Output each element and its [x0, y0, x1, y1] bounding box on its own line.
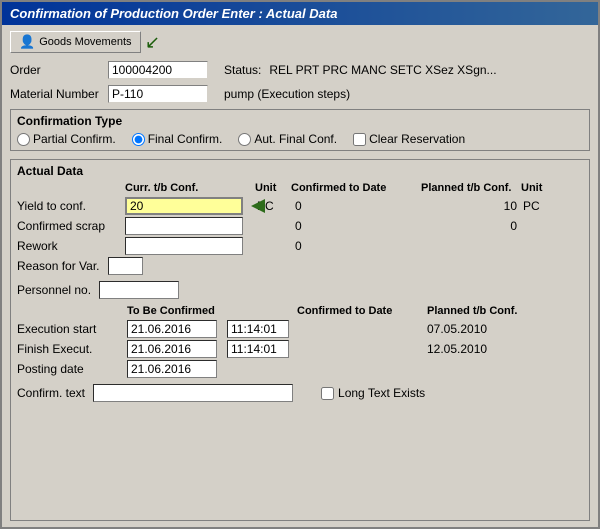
material-desc: pump (Execution steps) — [224, 87, 350, 101]
aut-final-item: Aut. Final Conf. — [238, 132, 337, 146]
final-confirm-radio[interactable] — [132, 133, 145, 146]
reason-label: Reason for Var. — [17, 259, 100, 273]
long-text-item: Long Text Exists — [321, 386, 425, 400]
long-text-label: Long Text Exists — [338, 386, 425, 400]
goods-movements-button[interactable]: 👤 Goods Movements — [10, 31, 141, 53]
reason-row: Reason for Var. — [17, 257, 583, 275]
col-header-unit: Unit — [255, 182, 291, 194]
material-label: Material Number — [10, 87, 100, 101]
partial-confirm-item: Partial Confirm. — [17, 132, 116, 146]
material-input[interactable] — [108, 85, 208, 103]
title-bar: Confirmation of Production Order Enter :… — [2, 2, 598, 25]
status-label: Status: — [224, 63, 261, 77]
finish-exec-date[interactable] — [127, 340, 217, 358]
dates-col-to-confirm: To Be Confirmed — [127, 305, 297, 317]
dates-col-empty — [17, 305, 127, 317]
confirmation-type-title: Confirmation Type — [17, 114, 583, 128]
final-confirm-item: Final Confirm. — [132, 132, 223, 146]
long-text-checkbox[interactable] — [321, 387, 334, 400]
dates-col-planned: Planned t/b Conf. — [427, 305, 557, 317]
confirmation-type-section: Confirmation Type Partial Confirm. Final… — [10, 109, 590, 151]
status-value: REL PRT PRC MANC SETC XSez XSgn... — [269, 63, 496, 77]
clear-reservation-label: Clear Reservation — [369, 132, 465, 146]
finish-exec-label: Finish Execut. — [17, 342, 127, 356]
scrap-planned: 0 — [421, 219, 521, 233]
aut-final-radio[interactable] — [238, 133, 251, 146]
finish-exec-planned: 12.05.2010 — [427, 342, 557, 356]
dates-col-confirmed-date: Confirmed to Date — [297, 305, 427, 317]
partial-confirm-label: Partial Confirm. — [33, 132, 116, 146]
yield-planned: 10 — [421, 199, 521, 213]
rework-curr-input[interactable] — [125, 237, 243, 255]
exec-start-time[interactable] — [227, 320, 289, 338]
yield-confirmed-date: 0 — [291, 199, 421, 213]
goods-movements-label: Goods Movements — [39, 36, 131, 48]
clear-reservation-checkbox[interactable] — [353, 133, 366, 146]
posting-date-label: Posting date — [17, 362, 127, 376]
partial-confirm-radio[interactable] — [17, 133, 30, 146]
scrap-confirmed-date: 0 — [291, 219, 421, 233]
order-row: Order Status: REL PRT PRC MANC SETC XSez… — [10, 61, 590, 79]
col-header-planned: Planned t/b Conf. — [421, 182, 521, 194]
final-confirm-label: Final Confirm. — [148, 132, 223, 146]
dates-section: To Be Confirmed Confirmed to Date Planne… — [17, 305, 583, 378]
scrap-label: Confirmed scrap — [17, 219, 125, 233]
personnel-label: Personnel no. — [17, 283, 91, 297]
window-title: Confirmation of Production Order Enter :… — [10, 6, 337, 21]
rework-label: Rework — [17, 239, 125, 253]
material-row: Material Number pump (Execution steps) — [10, 85, 590, 103]
radio-group: Partial Confirm. Final Confirm. Aut. Fin… — [17, 132, 583, 146]
exec-start-planned: 07.05.2010 — [427, 322, 557, 336]
order-input[interactable] — [108, 61, 208, 79]
exec-start-label: Execution start — [17, 322, 127, 336]
rework-confirmed-date: 0 — [291, 239, 421, 253]
actual-data-section: Actual Data Curr. t/b Conf. Unit Confirm… — [10, 159, 590, 521]
aut-final-label: Aut. Final Conf. — [254, 132, 337, 146]
confirm-text-label: Confirm. text — [17, 386, 85, 400]
toolbar: 👤 Goods Movements ↗ — [10, 31, 590, 53]
yield-curr-input[interactable] — [125, 197, 243, 215]
confirm-text-input[interactable] — [93, 384, 293, 402]
clear-reservation-item: Clear Reservation — [353, 132, 465, 146]
actual-data-title: Actual Data — [17, 164, 583, 178]
exec-start-date[interactable] — [127, 320, 217, 338]
cursor-arrow-icon: ↗ — [145, 32, 160, 53]
person-icon: 👤 — [19, 34, 35, 50]
col-header-unit2: Unit — [521, 182, 557, 194]
confirm-text-row: Confirm. text Long Text Exists — [17, 384, 583, 402]
col-header-confirmed-date: Confirmed to Date — [291, 182, 421, 194]
yield-planned-unit: PC — [521, 199, 557, 213]
col-header-curr: Curr. t/b Conf. — [125, 182, 255, 194]
yield-arrow-icon — [251, 199, 265, 213]
posting-date-input[interactable] — [127, 360, 217, 378]
order-label: Order — [10, 63, 100, 77]
yield-label: Yield to conf. — [17, 199, 125, 213]
scrap-curr-input[interactable] — [125, 217, 243, 235]
finish-exec-time[interactable] — [227, 340, 289, 358]
personnel-row: Personnel no. — [17, 281, 583, 299]
reason-input[interactable] — [108, 257, 143, 275]
personnel-input[interactable] — [99, 281, 179, 299]
col-header-empty — [17, 182, 125, 194]
